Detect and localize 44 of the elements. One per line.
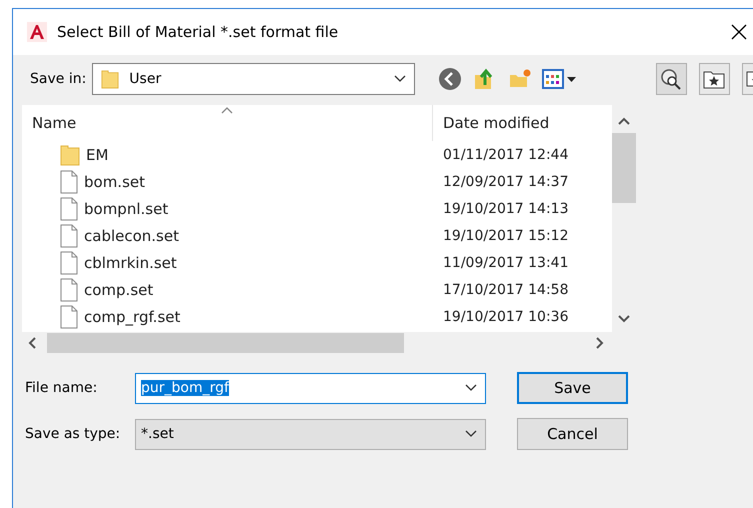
file-name-label: File name: <box>25 380 98 396</box>
scroll-up-icon <box>618 117 630 125</box>
search-globe-icon <box>659 67 684 91</box>
save-as-type-label: Save as type: <box>25 426 122 442</box>
scrollbar-thumb[interactable] <box>612 133 636 203</box>
app-logo-icon <box>27 22 47 42</box>
file-name-text[interactable]: cablecon.set <box>84 226 179 244</box>
file-name-text[interactable]: comp.set <box>84 280 154 298</box>
save-button[interactable]: Save <box>517 372 628 404</box>
file-type-dropdown[interactable]: *.set <box>135 418 486 450</box>
cancel-button[interactable]: Cancel <box>517 418 628 450</box>
file-name-text[interactable]: comp_rgf.set <box>84 308 180 326</box>
file-icon <box>60 250 78 274</box>
file-name-text[interactable]: bom.set <box>84 172 146 190</box>
date-text: 19/10/2017 15:12 <box>442 228 570 244</box>
file-icon <box>60 170 78 194</box>
save-in-value: User <box>129 71 162 87</box>
date-text: 17/10/2017 14:58 <box>442 282 570 298</box>
save-in-dropdown[interactable]: User <box>92 63 416 95</box>
date-text: 11/09/2017 13:41 <box>442 254 570 270</box>
file-icon <box>60 304 78 328</box>
date-text: 19/10/2017 10:36 <box>442 308 570 324</box>
file-icon <box>60 196 78 220</box>
file-name-text[interactable]: EM <box>86 146 108 164</box>
folder-icon <box>60 144 80 166</box>
favorites-button[interactable] <box>698 63 730 95</box>
search-web-button[interactable] <box>656 63 687 95</box>
date-text: 01/11/2017 12:44 <box>442 146 570 162</box>
file-name-text[interactable]: bompnl.set <box>84 200 168 218</box>
scroll-left-icon <box>28 337 38 349</box>
close-icon <box>731 24 747 40</box>
file-name-field[interactable]: pur_bom_rgf <box>135 372 486 404</box>
window-title: Select Bill of Material *.set format file <box>57 23 340 41</box>
scrollbar-thumb[interactable] <box>47 333 404 353</box>
date-text: 12/09/2017 14:37 <box>442 174 570 190</box>
file-icon <box>60 278 78 302</box>
view-grid-icon <box>542 68 578 90</box>
file-icon <box>60 224 78 248</box>
file-name-text[interactable]: cblmrkin.set <box>84 254 177 272</box>
scroll-down-icon <box>618 315 630 323</box>
save-in-label: Save in: <box>30 71 86 87</box>
date-text: 19/10/2017 14:13 <box>442 200 570 216</box>
sort-caret-icon <box>221 107 233 114</box>
scroll-right-icon <box>594 337 604 349</box>
